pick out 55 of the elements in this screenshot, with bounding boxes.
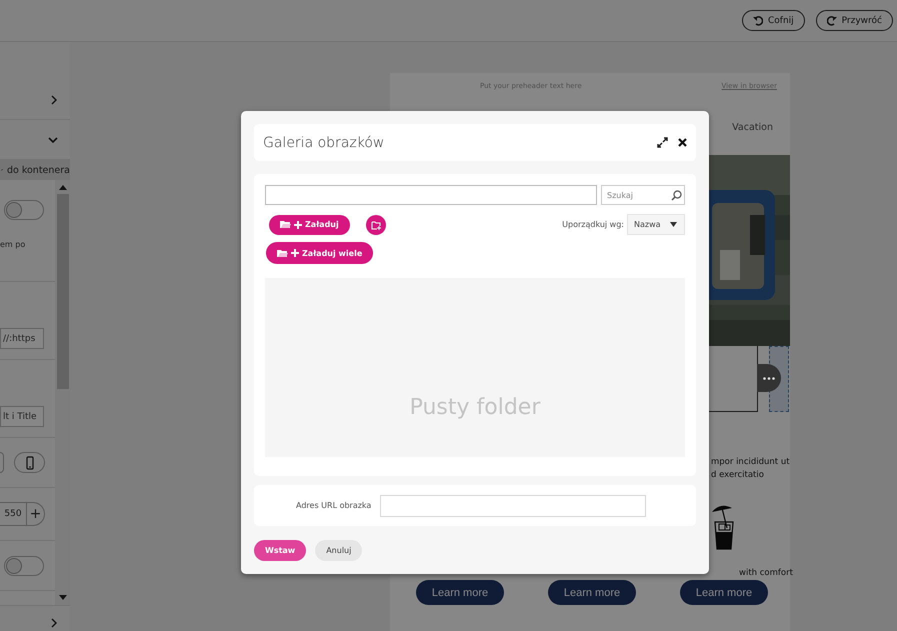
container-label[interactable]: do kontenera xyxy=(6,164,70,176)
plus-icon xyxy=(294,220,302,228)
option-label: em po xyxy=(0,240,26,249)
body-text: mpor incididunt ut xyxy=(711,457,790,467)
cancel-button[interactable]: Anuluj xyxy=(315,540,362,561)
toggle-switch[interactable] xyxy=(4,556,44,576)
folder-path-field[interactable] xyxy=(265,185,597,205)
dialog-title: Galeria obrazków xyxy=(263,134,386,150)
sort-dropdown[interactable]: Nazwa xyxy=(627,214,685,235)
text-field[interactable]: //:https xyxy=(0,328,44,349)
redo-button[interactable]: Przywróć xyxy=(816,10,893,31)
url-label: Adres URL obrazka xyxy=(296,501,372,510)
folder-icon xyxy=(280,220,291,229)
scroll-thumb[interactable] xyxy=(56,194,68,389)
device-button[interactable] xyxy=(0,452,4,473)
search-field[interactable]: Szukaj xyxy=(601,185,685,205)
insert-button[interactable]: Wstaw xyxy=(254,540,306,561)
close-button[interactable] xyxy=(678,138,687,147)
caption-text: with comfort xyxy=(739,568,793,578)
url-field[interactable] xyxy=(380,494,646,516)
chevron-down-icon xyxy=(48,136,58,144)
learn-more-button[interactable]: Learn more xyxy=(680,580,768,605)
learn-more-button[interactable]: Learn more xyxy=(548,580,636,605)
folder-plus-icon xyxy=(370,220,381,230)
plus-icon xyxy=(291,249,299,257)
chevron-right-icon xyxy=(50,618,58,628)
chevron-right-icon xyxy=(50,94,58,104)
close-icon xyxy=(678,138,687,147)
redo-icon xyxy=(826,16,837,26)
expand-button[interactable] xyxy=(657,137,668,148)
undo-icon xyxy=(752,16,763,26)
scrollbar[interactable] xyxy=(55,180,70,605)
phone-icon xyxy=(26,456,34,470)
more-button[interactable] xyxy=(757,364,781,392)
caret-down-icon xyxy=(670,222,677,227)
undo-button[interactable]: Cofnij xyxy=(742,10,805,31)
dots-icon xyxy=(763,376,775,380)
increment-button[interactable]: + xyxy=(27,503,44,525)
upload-multiple-button[interactable]: Załaduj wiele xyxy=(266,242,374,264)
scroll-down-icon xyxy=(58,595,66,600)
number-field[interactable]: 550 xyxy=(0,503,27,525)
expand-icon xyxy=(657,137,668,148)
container-bar[interactable]: do kontenera xyxy=(0,160,70,180)
scroll-up-icon xyxy=(58,185,66,190)
mobile-button[interactable] xyxy=(14,452,45,473)
learn-more-button[interactable]: Learn more xyxy=(416,580,504,605)
text-field[interactable]: lt i Title xyxy=(0,406,44,427)
toggle-switch[interactable] xyxy=(4,200,44,220)
upload-button[interactable]: Załaduj xyxy=(269,214,350,234)
folder-icon xyxy=(277,248,288,258)
sort-label: Uporządkuj wg: xyxy=(562,220,624,229)
new-folder-button[interactable] xyxy=(366,214,386,234)
sort-value: Nazwa xyxy=(634,220,661,229)
body-text: d exercitatio xyxy=(711,470,765,480)
header-title: Vacation xyxy=(732,122,773,133)
